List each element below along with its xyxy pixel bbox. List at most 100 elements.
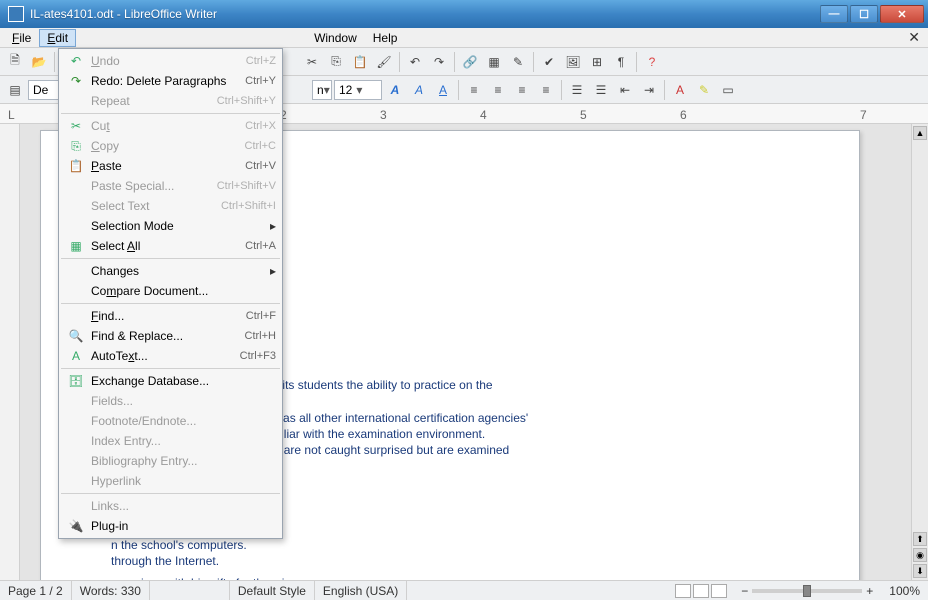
paste-icon[interactable]: 📋 — [349, 51, 371, 73]
plugin-icon: 🔌 — [65, 519, 87, 533]
hyperlink-icon[interactable]: 🔗 — [459, 51, 481, 73]
align-right-icon[interactable]: ≡ — [511, 79, 533, 101]
menu-cut: ✂ Cut Ctrl+X — [59, 116, 282, 136]
menu-footnote: Footnote/Endnote... — [59, 411, 282, 431]
menu-links: Links... — [59, 496, 282, 516]
zoom-out-icon[interactable]: − — [741, 584, 748, 598]
navigator-icon[interactable]: ⊞ — [586, 51, 608, 73]
prev-page-icon[interactable]: ⬆ — [913, 532, 927, 546]
menu-paste-special: Paste Special... Ctrl+Shift+V — [59, 176, 282, 196]
underline-icon[interactable]: A — [432, 79, 454, 101]
menu-compare[interactable]: Compare Document... — [59, 281, 282, 301]
menu-select-all[interactable]: ▦ Select All Ctrl+A — [59, 236, 282, 256]
status-language[interactable]: English (USA) — [315, 581, 407, 600]
document-text: through the Internet. — [111, 554, 219, 568]
redo-icon[interactable]: ↷ — [428, 51, 450, 73]
autotext-icon: A — [65, 349, 87, 363]
close-button[interactable]: ✕ — [880, 5, 924, 23]
align-left-icon[interactable]: ≡ — [463, 79, 485, 101]
menu-plugin[interactable]: 🔌 Plug-in — [59, 516, 282, 536]
app-icon — [8, 6, 24, 22]
edit-menu-dropdown: ↶ Undo Ctrl+Z ↷ Redo: Delete Paragraphs … — [58, 48, 283, 539]
format-paint-icon[interactable]: 🖌 — [373, 51, 395, 73]
nonprinting-icon[interactable]: ¶ — [610, 51, 632, 73]
database-icon: 🗄 — [65, 374, 87, 388]
document-text: n the school's computers. — [111, 538, 247, 552]
cut-icon: ✂ — [65, 119, 87, 133]
scroll-up-icon[interactable]: ▲ — [913, 126, 927, 140]
menu-autotext[interactable]: A AutoText... Ctrl+F3 — [59, 346, 282, 366]
undo-icon[interactable]: ↶ — [404, 51, 426, 73]
menu-selection-mode[interactable]: Selection Mode ▸ — [59, 216, 282, 236]
menu-exchange-database[interactable]: 🗄 Exchange Database... — [59, 371, 282, 391]
minimize-button[interactable]: — — [820, 5, 848, 23]
status-page[interactable]: Page 1 / 2 — [0, 581, 72, 600]
window-title: IL-ates4101.odt - LibreOffice Writer — [30, 7, 820, 21]
menu-window[interactable]: Window — [306, 29, 365, 47]
increase-indent-icon[interactable]: ⇥ — [638, 79, 660, 101]
menu-fields: Fields... — [59, 391, 282, 411]
menu-find-replace[interactable]: 🔍 Find & Replace... Ctrl+H — [59, 326, 282, 346]
status-zoom[interactable]: 100% — [881, 581, 928, 600]
bold-icon[interactable]: A — [384, 79, 406, 101]
bullet-list-icon[interactable]: ☰ — [590, 79, 612, 101]
font-color-icon[interactable]: A — [669, 79, 691, 101]
help-icon[interactable]: ? — [641, 51, 663, 73]
copy-icon: ⎘ — [65, 139, 87, 154]
vertical-scrollbar[interactable]: ▲ ⬆ ◉ ⬇ — [911, 124, 928, 580]
numbered-list-icon[interactable]: ☰ — [566, 79, 588, 101]
menu-help[interactable]: Help — [365, 29, 406, 47]
menu-paste[interactable]: 📋 Paste Ctrl+V — [59, 156, 282, 176]
find-replace-icon: 🔍 — [65, 329, 87, 343]
spellcheck-icon[interactable]: ✔ — [538, 51, 560, 73]
redo-icon: ↷ — [65, 74, 87, 88]
open-icon[interactable]: 📂 — [28, 51, 50, 73]
single-page-icon[interactable] — [675, 584, 691, 598]
view-layout-buttons — [669, 584, 733, 598]
close-document-button[interactable]: ✕ — [904, 29, 924, 46]
drawing-icon[interactable]: ✎ — [507, 51, 529, 73]
copy-icon[interactable]: ⎘ — [325, 51, 347, 73]
multi-page-icon[interactable] — [693, 584, 709, 598]
styles-icon[interactable]: ▤ — [4, 79, 26, 101]
menu-edit[interactable]: Edit — [39, 29, 76, 47]
background-color-icon[interactable]: ▭ — [717, 79, 739, 101]
menu-file[interactable]: File — [4, 29, 39, 47]
align-center-icon[interactable]: ≡ — [487, 79, 509, 101]
menu-index-entry: Index Entry... — [59, 431, 282, 451]
font-name-combo[interactable]: n▾ — [312, 80, 332, 100]
font-size-combo[interactable]: 12▾ — [334, 80, 382, 100]
maximize-button[interactable]: ☐ — [850, 5, 878, 23]
menu-changes[interactable]: Changes ▸ — [59, 261, 282, 281]
status-style[interactable]: Default Style — [230, 581, 315, 600]
menu-redo[interactable]: ↷ Redo: Delete Paragraphs Ctrl+Y — [59, 71, 282, 91]
menu-hyperlink: Hyperlink — [59, 471, 282, 491]
menu-bar: File Edit Window Help ✕ — [0, 28, 928, 48]
next-page-icon[interactable]: ⬇ — [913, 564, 927, 578]
font-size-value: 12 — [339, 83, 352, 97]
italic-icon[interactable]: A — [408, 79, 430, 101]
paragraph-style-value: De — [33, 83, 48, 97]
align-justify-icon[interactable]: ≡ — [535, 79, 557, 101]
menu-repeat: Repeat Ctrl+Shift+Y — [59, 91, 282, 111]
cut-icon[interactable]: ✂ — [301, 51, 323, 73]
highlight-icon[interactable]: ✎ — [693, 79, 715, 101]
menu-select-text: Select Text Ctrl+Shift+I — [59, 196, 282, 216]
decrease-indent-icon[interactable]: ⇤ — [614, 79, 636, 101]
vertical-ruler[interactable] — [0, 124, 20, 580]
zoom-in-icon[interactable]: + — [866, 584, 873, 598]
nav-target-icon[interactable]: ◉ — [913, 548, 927, 562]
status-words[interactable]: Words: 330 — [72, 581, 150, 600]
zoom-slider[interactable]: − + — [733, 584, 881, 598]
document-text: ions with big gifts for the winners — [141, 576, 314, 580]
new-doc-icon[interactable]: 🗎 — [4, 51, 26, 73]
gallery-icon[interactable]: 🖼 — [562, 51, 584, 73]
menu-copy: ⎘ Copy Ctrl+C — [59, 136, 282, 156]
paste-icon: 📋 — [65, 159, 87, 173]
title-bar: IL-ates4101.odt - LibreOffice Writer — ☐… — [0, 0, 928, 28]
menu-find[interactable]: Find... Ctrl+F — [59, 306, 282, 326]
status-bar: Page 1 / 2 Words: 330 Default Style Engl… — [0, 580, 928, 600]
menu-undo: ↶ Undo Ctrl+Z — [59, 51, 282, 71]
book-view-icon[interactable] — [711, 584, 727, 598]
table-icon[interactable]: ▦ — [483, 51, 505, 73]
